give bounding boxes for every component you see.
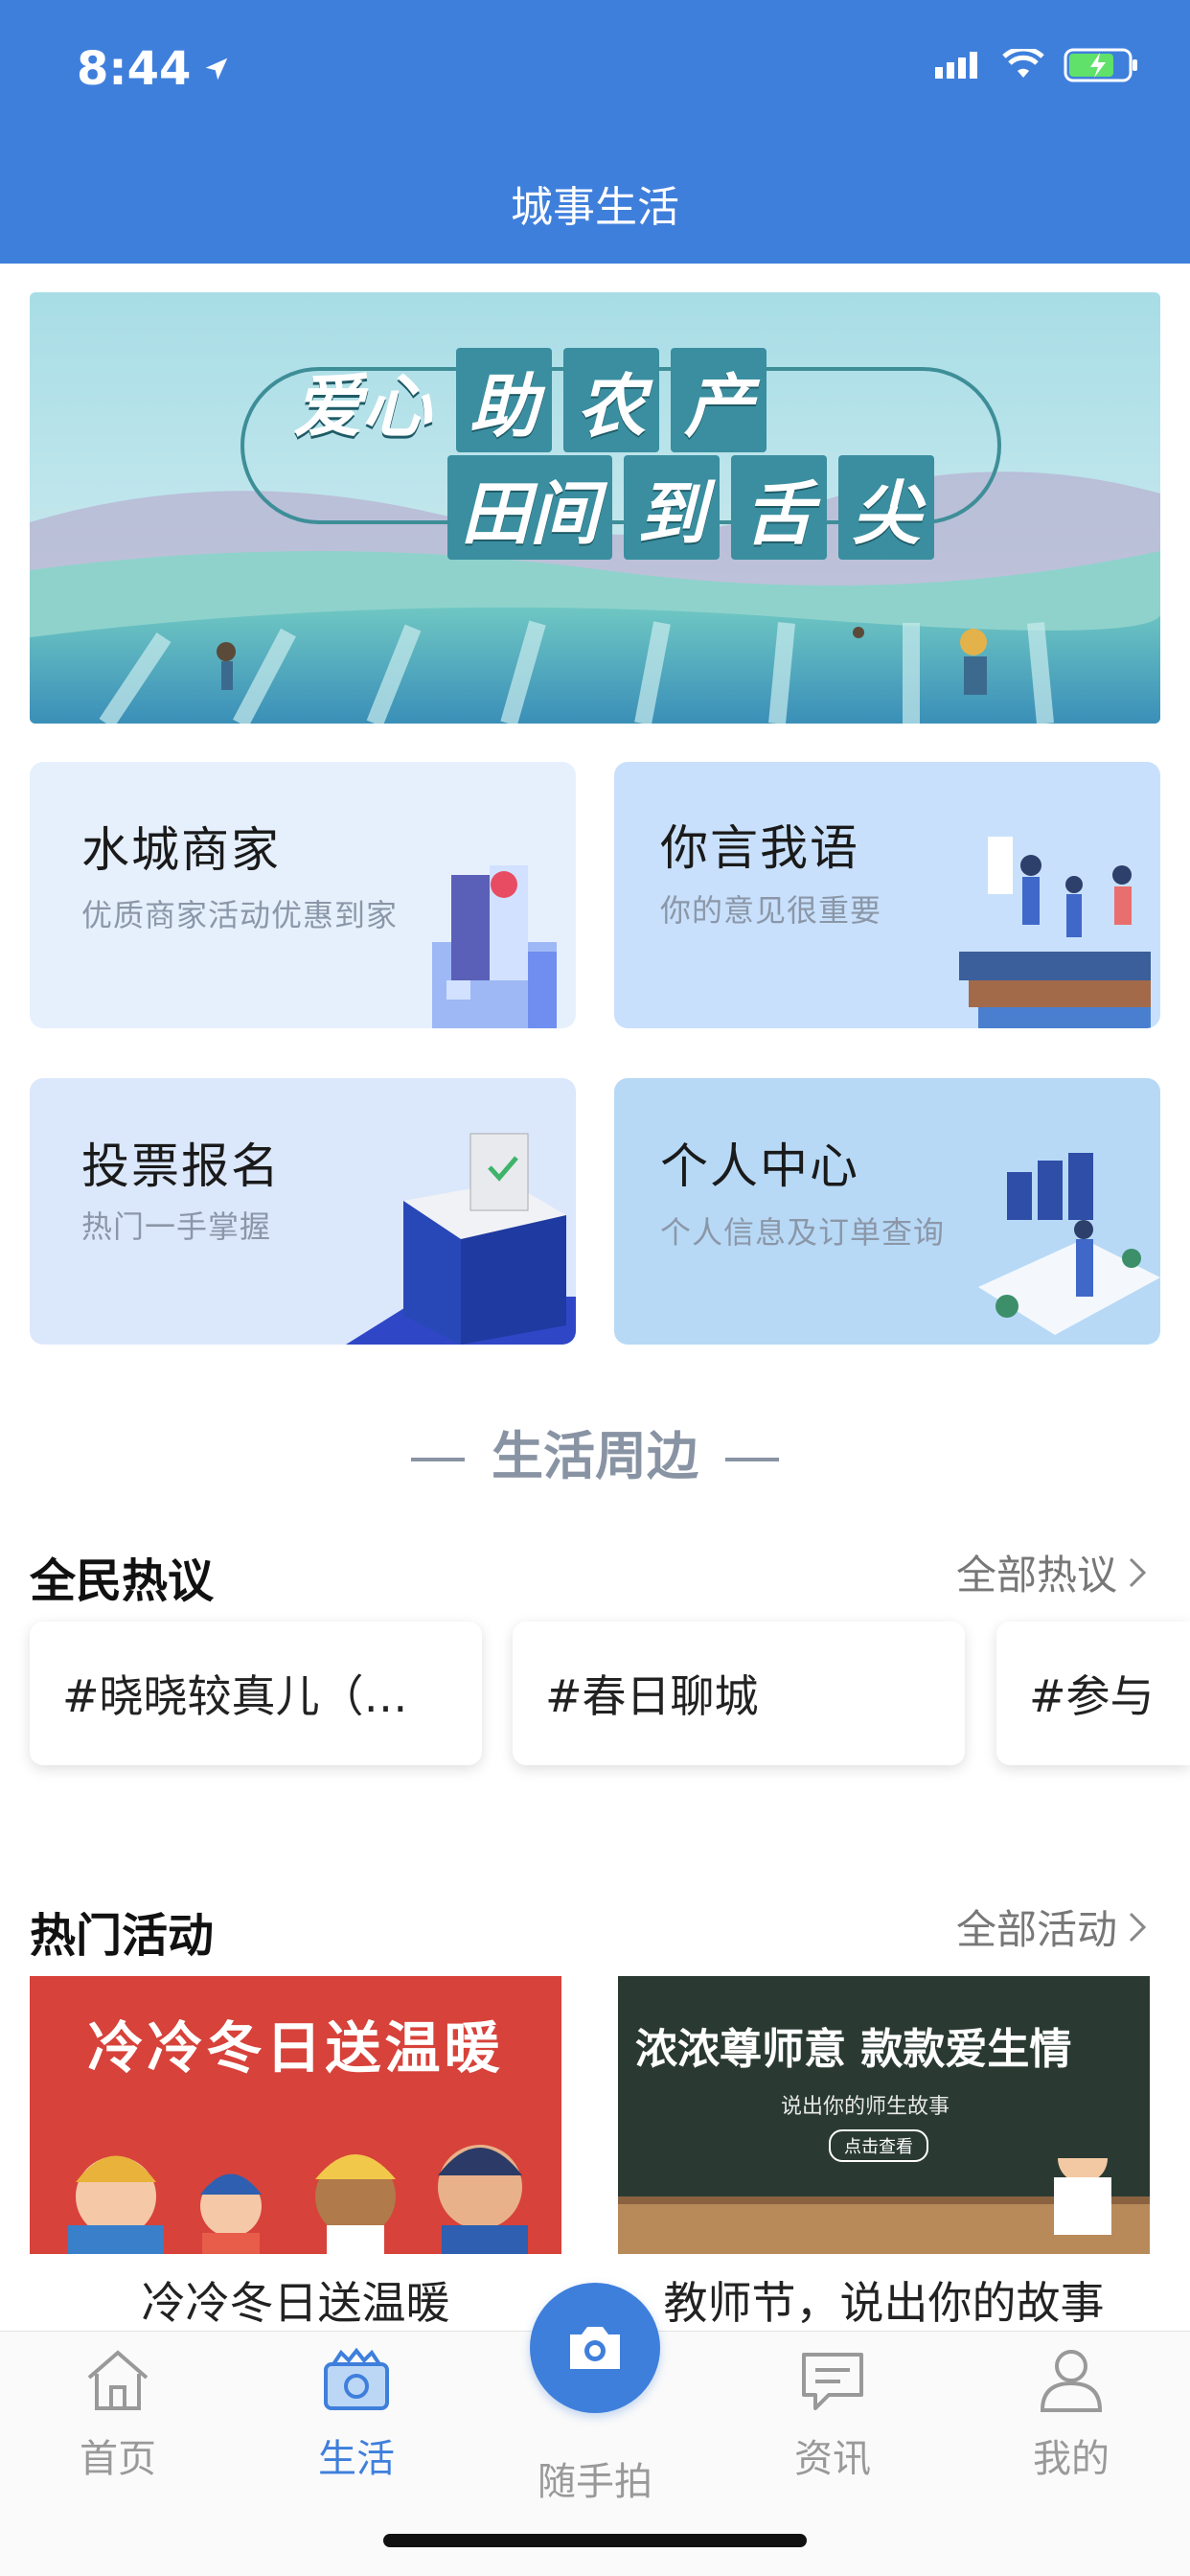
activity-image-text: 冷冷冬日送温暖 bbox=[87, 2015, 504, 2081]
tab-label: 随手拍 bbox=[538, 2460, 652, 2504]
section-title: 生活周边 bbox=[492, 1426, 698, 1486]
banner-word: 尖 bbox=[838, 455, 935, 560]
camera-bag-icon bbox=[324, 2347, 389, 2410]
all-activities-label: 全部活动 bbox=[955, 1906, 1117, 1953]
classroom-desk-illustration bbox=[618, 2158, 1150, 2254]
winter-characters-illustration bbox=[68, 2145, 528, 2254]
all-activities-link[interactable]: 全部活动 bbox=[956, 1898, 1148, 1956]
activity-image-text: 浓浓尊师意 款款爱生情 bbox=[635, 2025, 1072, 2074]
card-profile[interactable]: 个人中心 个人信息及订单查询 bbox=[614, 1078, 1160, 1345]
page-title: 城事生活 bbox=[511, 183, 679, 232]
activity-caption: 教师节，说出你的故事 bbox=[663, 2277, 1105, 2329]
heading-dash-left bbox=[411, 1458, 465, 1462]
user-center-illustration bbox=[978, 1153, 1160, 1335]
snap-camera-button[interactable] bbox=[530, 2283, 660, 2413]
location-arrow-icon bbox=[206, 58, 228, 80]
cellular-signal-icon bbox=[935, 52, 977, 79]
card-title: 你言我语 bbox=[660, 820, 859, 876]
chat-icon bbox=[802, 2353, 863, 2410]
banner-word: 舌 bbox=[731, 455, 828, 560]
card-subtitle: 个人信息及订单查询 bbox=[660, 1214, 946, 1251]
tab-label: 首页 bbox=[80, 2437, 156, 2481]
activity-card[interactable]: 冷冷冬日送温暖 冷冷冬日送温暖 bbox=[30, 1976, 561, 2331]
discussion-title: 全民热议 bbox=[30, 1554, 215, 1608]
card-subtitle: 你的意见很重要 bbox=[660, 892, 882, 929]
all-discussions-label: 全部热议 bbox=[955, 1552, 1117, 1598]
tab-label: 生活 bbox=[318, 2437, 395, 2481]
tab-snap[interactable]: 随手拍 bbox=[509, 2441, 681, 2506]
ballot-box-illustration bbox=[346, 1133, 576, 1345]
tab-label: 我的 bbox=[1033, 2437, 1110, 2481]
tab-home[interactable]: 首页 bbox=[32, 2345, 204, 2483]
topic-label: #参与 bbox=[1029, 1670, 1155, 1722]
topic-card[interactable]: #参与 bbox=[996, 1622, 1190, 1765]
people-discussion-illustration bbox=[959, 837, 1151, 1028]
banner-word: 产 bbox=[671, 348, 767, 452]
status-bar-time: 8:44 bbox=[77, 42, 231, 96]
tab-life[interactable]: 生活 bbox=[270, 2345, 443, 2483]
activity-card[interactable]: 浓浓尊师意 款款爱生情 说出你的师生故事 点击查看 教师节，说出你的故事 bbox=[618, 1976, 1150, 2331]
battery-charging-icon bbox=[1064, 48, 1137, 82]
tab-news[interactable]: 资讯 bbox=[746, 2345, 919, 2483]
card-merchants[interactable]: 水城商家 优质商家活动优惠到家 bbox=[30, 762, 576, 1028]
banner-word: 到 bbox=[624, 455, 721, 560]
card-feedback[interactable]: 你言我语 你的意见很重要 bbox=[614, 762, 1160, 1028]
tab-mine[interactable]: 我的 bbox=[985, 2345, 1157, 2483]
user-icon bbox=[1040, 2350, 1103, 2412]
home-icon bbox=[87, 2350, 149, 2410]
tab-label: 资讯 bbox=[794, 2437, 871, 2481]
activity-image-button: 点击查看 bbox=[829, 2129, 928, 2162]
topic-card[interactable]: #晓晓较真儿（… bbox=[30, 1622, 482, 1765]
banner-word: 农 bbox=[563, 348, 660, 452]
card-title: 投票报名 bbox=[81, 1138, 281, 1194]
heading-dash-right bbox=[725, 1458, 779, 1462]
shop-illustration bbox=[432, 865, 557, 1028]
topic-label: #晓晓较真儿（… bbox=[62, 1670, 408, 1722]
activity-image: 冷冷冬日送温暖 bbox=[30, 1976, 561, 2254]
banner-headline-2: 田间到舌尖 bbox=[442, 455, 940, 560]
wifi-icon bbox=[1002, 49, 1044, 78]
section-heading: 生活周边 bbox=[0, 1414, 1190, 1489]
banner-word: 田间 bbox=[447, 455, 613, 560]
card-vote[interactable]: 投票报名 热门一手掌握 bbox=[30, 1078, 576, 1345]
card-subtitle: 优质商家活动优惠到家 bbox=[81, 897, 399, 933]
topic-label: #春日聊城 bbox=[545, 1670, 759, 1722]
camera-icon bbox=[570, 2327, 620, 2369]
topic-card[interactable]: #春日聊城 bbox=[513, 1622, 965, 1765]
card-title: 个人中心 bbox=[660, 1138, 859, 1194]
banner-headline-1: 爱心助农产 bbox=[274, 348, 772, 452]
banner-word: 助 bbox=[456, 348, 553, 452]
activity-caption: 冷冷冬日送温暖 bbox=[141, 2277, 450, 2329]
banner-word: 爱心 bbox=[293, 366, 432, 447]
card-subtitle: 热门一手掌握 bbox=[81, 1208, 272, 1245]
activities-title: 热门活动 bbox=[30, 1909, 215, 1963]
time-label: 8:44 bbox=[77, 42, 192, 96]
chevron-right-icon bbox=[1129, 1912, 1147, 1942]
activity-image: 浓浓尊师意 款款爱生情 说出你的师生故事 点击查看 bbox=[618, 1976, 1150, 2254]
status-icons bbox=[933, 48, 1140, 82]
card-title: 水城商家 bbox=[81, 822, 281, 878]
home-indicator bbox=[383, 2534, 807, 2547]
activity-image-subtext: 说出你的师生故事 bbox=[781, 2095, 950, 2119]
app-header: 8:44 城事生活 bbox=[0, 0, 1190, 264]
chevron-right-icon bbox=[1129, 1557, 1147, 1587]
promo-banner[interactable]: 爱心助农产 田间到舌尖 bbox=[30, 292, 1160, 724]
all-discussions-link[interactable]: 全部热议 bbox=[956, 1543, 1148, 1601]
